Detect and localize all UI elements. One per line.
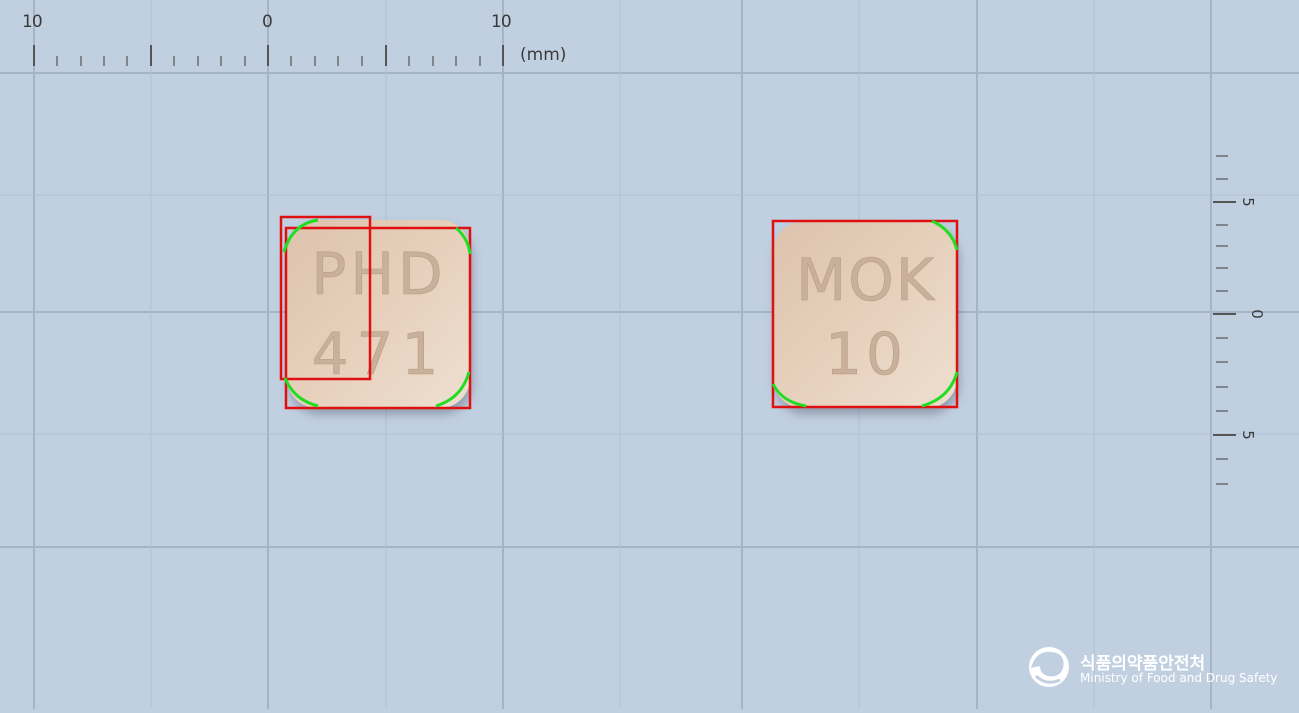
logo-english-text: Ministry of Food and Drug Safety (1080, 671, 1278, 685)
top-ruler-label-right: 10 (491, 12, 512, 32)
side-ruler (1213, 155, 1236, 485)
grid-minor (0, 0, 1299, 709)
pill-front-imprint-line1: PHD (311, 240, 446, 308)
pill-front: PHD 471 (279, 215, 472, 410)
side-ruler-label-zero: 0 (1247, 309, 1266, 319)
background-canvas: PHD 471 MOK 10 (0, 0, 1299, 709)
ruler-unit-label: (mm) (520, 45, 567, 65)
mfds-emblem-icon (1029, 647, 1069, 687)
pill-back-imprint-line1: MOK (796, 246, 936, 314)
pill-back-imprint-line2: 10 (825, 320, 907, 388)
top-ruler-label-left: 10 (22, 12, 43, 32)
top-ruler-label-zero: 0 (262, 12, 273, 32)
side-ruler-label-top: 5 (1238, 197, 1257, 207)
pill-back: MOK 10 (771, 219, 959, 409)
side-ruler-label-bottom: 5 (1238, 430, 1257, 440)
pill-identification-image: PHD 471 MOK 10 10 0 10 (mm) 5 0 5 식품의약품안… (0, 0, 1299, 709)
top-ruler (33, 45, 504, 66)
grid-major (0, 0, 1299, 709)
